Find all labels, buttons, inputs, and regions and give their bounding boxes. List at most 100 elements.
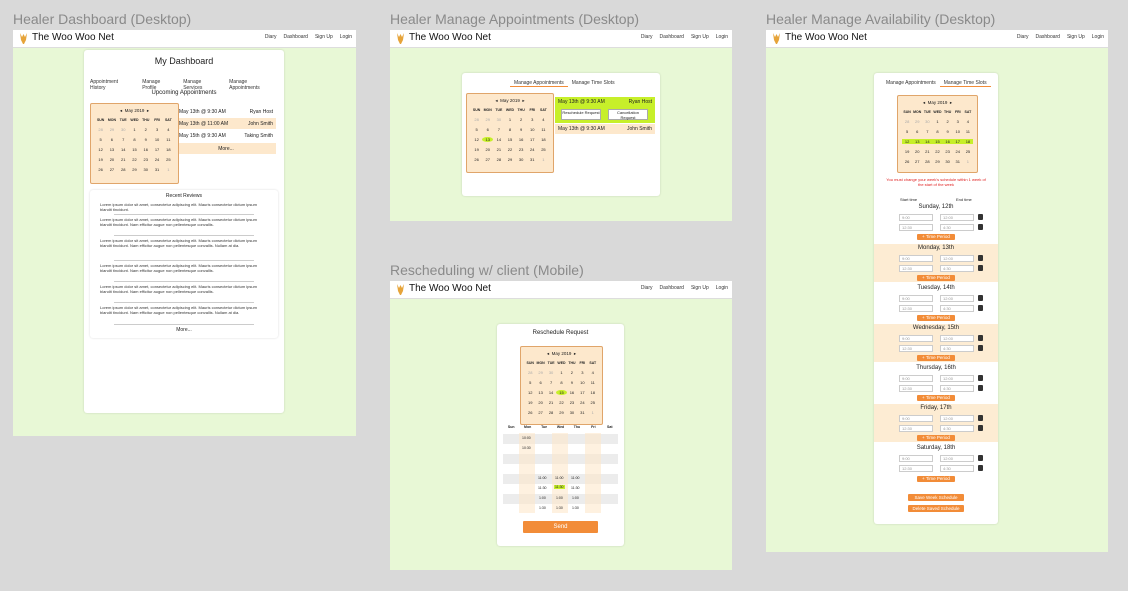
more-reviews-link[interactable]: More... — [90, 327, 278, 333]
time-slot[interactable]: 1:30 — [539, 506, 546, 510]
trash-icon[interactable] — [978, 375, 983, 381]
next-month-icon[interactable]: ▸ — [147, 108, 149, 113]
nav-signup[interactable]: Sign Up — [691, 34, 709, 40]
trash-icon[interactable] — [978, 465, 983, 471]
send-button[interactable]: Send — [523, 521, 598, 533]
appointment-row[interactable]: May 13th @ 9:30 AM Ryan Host — [176, 106, 276, 117]
add-time-period-button[interactable]: + Time Period — [917, 395, 955, 401]
end-time-input[interactable]: 4:30 — [940, 465, 974, 472]
more-appointments-link[interactable]: More... — [176, 143, 276, 154]
time-slot[interactable]: 1:30 — [572, 506, 579, 510]
nav-dashboard[interactable]: Dashboard — [1036, 34, 1060, 40]
next-month-icon[interactable]: ▸ — [574, 351, 576, 356]
start-time-input[interactable]: 9:00 — [899, 255, 933, 262]
nav-signup[interactable]: Sign Up — [1067, 34, 1085, 40]
appointment-row[interactable]: May 13th @ 9:30 AM John Smith — [555, 124, 655, 134]
trash-icon[interactable] — [978, 425, 983, 431]
next-month-icon[interactable]: ▸ — [950, 100, 952, 105]
delete-saved-schedule-button[interactable]: Delete Saved Schedule — [908, 505, 964, 512]
start-time-input[interactable]: 12:30 — [899, 425, 933, 432]
nav-signup[interactable]: Sign Up — [315, 34, 333, 40]
tab-manage-time-slots[interactable]: Manage Time Slots — [939, 80, 991, 87]
nav-signup[interactable]: Sign Up — [691, 285, 709, 291]
time-slot[interactable]: 11:30 — [571, 486, 580, 490]
brand-name[interactable]: The Woo Woo Net — [409, 32, 491, 43]
trash-icon[interactable] — [978, 345, 983, 351]
time-slot[interactable]: 11:00 — [571, 476, 580, 480]
tab-manage-appointments[interactable]: Manage Appointments — [510, 80, 568, 87]
nav-login[interactable]: Login — [1092, 34, 1104, 40]
appointment-row[interactable]: May 15th @ 9:30 AM Taking Smith — [176, 130, 276, 141]
start-time-input[interactable]: 12:30 — [899, 305, 933, 312]
trash-icon[interactable] — [978, 305, 983, 311]
time-slot[interactable]: 10:00 — [522, 436, 531, 440]
end-time-input[interactable]: 4:30 — [940, 265, 974, 272]
end-time-input[interactable]: 12:00 — [940, 335, 974, 342]
add-time-period-button[interactable]: + Time Period — [917, 275, 955, 281]
prev-month-icon[interactable]: ◂ — [547, 351, 549, 356]
start-time-input[interactable]: 12:30 — [899, 345, 933, 352]
time-slot[interactable]: 10:30 — [522, 446, 531, 450]
start-time-input[interactable]: 9:00 — [899, 335, 933, 342]
nav-diary[interactable]: Diary — [641, 285, 653, 291]
end-time-input[interactable]: 12:00 — [940, 375, 974, 382]
trash-icon[interactable] — [978, 455, 983, 461]
prev-month-icon[interactable]: ◂ — [495, 98, 497, 103]
start-time-input[interactable]: 9:00 — [899, 375, 933, 382]
add-time-period-button[interactable]: + Time Period — [917, 234, 955, 240]
start-time-input[interactable]: 12:30 — [899, 465, 933, 472]
time-slot[interactable]: 1:30 — [556, 506, 563, 510]
end-time-input[interactable]: 4:30 — [940, 224, 974, 231]
end-time-input[interactable]: 12:00 — [940, 455, 974, 462]
add-time-period-button[interactable]: + Time Period — [917, 355, 955, 361]
nav-dashboard[interactable]: Dashboard — [284, 34, 308, 40]
nav-diary[interactable]: Diary — [265, 34, 277, 40]
trash-icon[interactable] — [978, 295, 983, 301]
nav-login[interactable]: Login — [716, 285, 728, 291]
brand-name[interactable]: The Woo Woo Net — [785, 32, 867, 43]
add-time-period-button[interactable]: + Time Period — [917, 476, 955, 482]
trash-icon[interactable] — [978, 385, 983, 391]
add-time-period-button[interactable]: + Time Period — [917, 315, 955, 321]
prev-month-icon[interactable]: ◂ — [923, 100, 925, 105]
end-time-input[interactable]: 4:30 — [940, 345, 974, 352]
time-slot[interactable]: 11:00 — [538, 476, 547, 480]
end-time-input[interactable]: 12:00 — [940, 295, 974, 302]
trash-icon[interactable] — [978, 415, 983, 421]
trash-icon[interactable] — [978, 255, 983, 261]
selected-appointment[interactable]: May 13th @ 9:30 AM Ryan Host Reschedule R… — [555, 97, 655, 123]
end-time-input[interactable]: 12:00 — [940, 255, 974, 262]
next-month-icon[interactable]: ▸ — [522, 98, 524, 103]
nav-dashboard[interactable]: Dashboard — [660, 285, 684, 291]
selected-time-slot[interactable]: 11:30 — [554, 485, 565, 489]
brand-name[interactable]: The Woo Woo Net — [32, 32, 114, 43]
start-time-input[interactable]: 12:30 — [899, 265, 933, 272]
nav-dashboard[interactable]: Dashboard — [660, 34, 684, 40]
time-slot[interactable]: 1:00 — [572, 496, 579, 500]
time-slot[interactable]: 1:00 — [556, 496, 563, 500]
tab-manage-time-slots[interactable]: Manage Time Slots — [568, 80, 619, 87]
appointment-row[interactable]: May 13th @ 11:00 AM John Smith — [176, 118, 276, 129]
reschedule-request-button[interactable]: Reschedule Request — [561, 109, 601, 120]
start-time-input[interactable]: 9:00 — [899, 455, 933, 462]
time-slot[interactable]: 11:00 — [555, 476, 564, 480]
time-slot[interactable]: 1:00 — [539, 496, 546, 500]
cancellation-request-button[interactable]: Cancellation Request — [608, 109, 648, 120]
end-time-input[interactable]: 12:00 — [940, 214, 974, 221]
brand-name[interactable]: The Woo Woo Net — [409, 283, 491, 294]
start-time-input[interactable]: 9:00 — [899, 214, 933, 221]
start-time-input[interactable]: 12:30 — [899, 224, 933, 231]
nav-diary[interactable]: Diary — [641, 34, 653, 40]
start-time-input[interactable]: 9:00 — [899, 295, 933, 302]
end-time-input[interactable]: 12:00 — [940, 415, 974, 422]
end-time-input[interactable]: 4:30 — [940, 425, 974, 432]
trash-icon[interactable] — [978, 265, 983, 271]
nav-login[interactable]: Login — [340, 34, 352, 40]
end-time-input[interactable]: 4:30 — [940, 385, 974, 392]
tab-manage-appointments[interactable]: Manage Appointments — [882, 80, 940, 87]
end-time-input[interactable]: 4:30 — [940, 305, 974, 312]
start-time-input[interactable]: 12:30 — [899, 385, 933, 392]
prev-month-icon[interactable]: ◂ — [120, 108, 122, 113]
add-time-period-button[interactable]: + Time Period — [917, 435, 955, 441]
nav-login[interactable]: Login — [716, 34, 728, 40]
